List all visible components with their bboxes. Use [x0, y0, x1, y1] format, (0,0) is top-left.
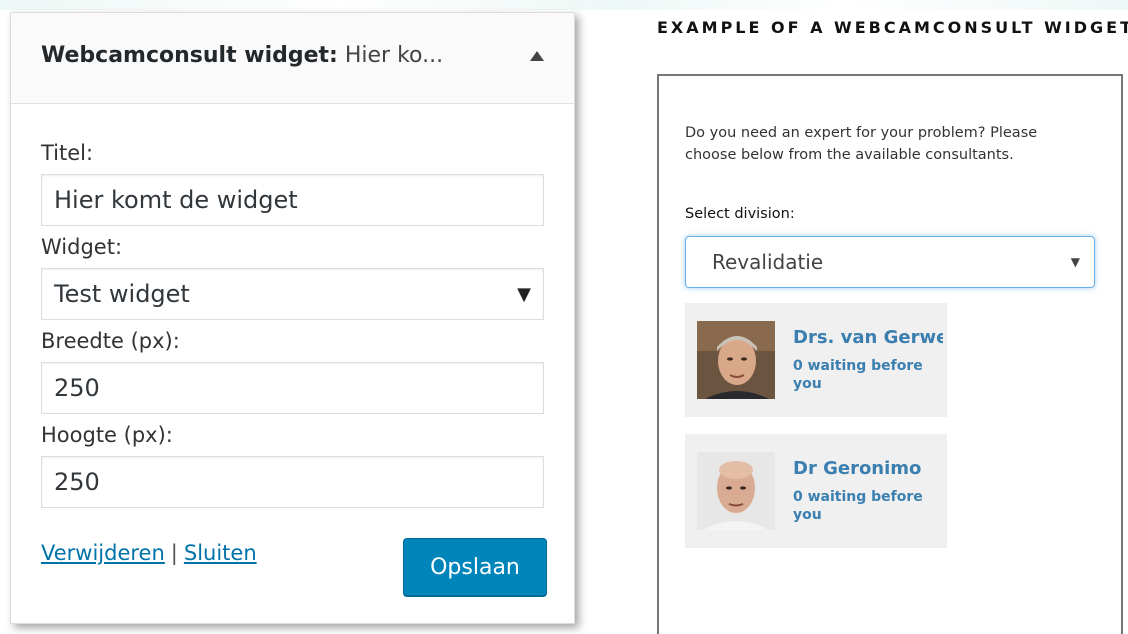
width-input[interactable]: 250 [41, 362, 544, 414]
link-separator: | [170, 541, 178, 565]
widget-actions: Verwijderen | Sluiten Opslaan [41, 538, 547, 601]
consultant-queue-status: 0 waiting before you [793, 489, 923, 523]
consultant-photo [697, 452, 775, 530]
example-widget-frame: Do you need an expert for your problem? … [657, 74, 1123, 634]
delete-link[interactable]: Verwijderen [41, 541, 165, 565]
widget-title-suffix: Hier ko... [337, 43, 444, 68]
widget-settings-form: Titel: Hier komt de widget Widget: Test … [41, 138, 546, 508]
decorative-top-band [0, 0, 1128, 10]
division-select-value: Revalidatie [712, 250, 824, 274]
height-input[interactable]: 250 [41, 456, 544, 508]
chevron-down-icon: ▼ [517, 283, 531, 305]
close-link[interactable]: Sluiten [184, 541, 257, 565]
width-input-value: 250 [54, 374, 100, 402]
widget-panel-title: Webcamconsult widget: Hier ko... [41, 43, 443, 68]
widget-title-text: Webcamconsult widget: [41, 43, 338, 68]
height-label: Hoogte (px): [41, 423, 173, 447]
chevron-down-icon: ▼ [1070, 255, 1080, 269]
consultant-card[interactable]: Drs. van Gerwen 0 waiting before you [685, 303, 947, 417]
division-select-label: Select division: [685, 206, 795, 222]
widget-action-links: Verwijderen | Sluiten [41, 541, 257, 565]
widget-select-value: Test widget [54, 280, 190, 308]
example-heading: EXAMPLE OF A WEBCAMCONSULT WIDGET [657, 18, 1128, 37]
width-label: Breedte (px): [41, 329, 180, 353]
consultant-queue-status: 0 waiting before you [793, 358, 923, 392]
widget-panel-header[interactable]: Webcamconsult widget: Hier ko... [11, 13, 574, 104]
widget-label: Widget: [41, 235, 123, 259]
save-button[interactable]: Opslaan [403, 538, 547, 596]
collapse-triangle-up-icon[interactable] [530, 51, 544, 61]
widget-settings-panel: Webcamconsult widget: Hier ko... Titel: … [10, 12, 575, 624]
title-label: Titel: [41, 141, 94, 165]
consultant-photo [697, 321, 775, 399]
title-input[interactable]: Hier komt de widget [41, 174, 544, 226]
example-intro-text: Do you need an expert for your problem? … [685, 125, 1038, 163]
division-select[interactable]: Revalidatie ▼ [685, 236, 1095, 288]
widget-select[interactable]: Test widget ▼ [41, 268, 544, 320]
height-input-value: 250 [54, 468, 100, 496]
title-input-value: Hier komt de widget [54, 186, 298, 214]
consultant-card[interactable]: Dr Geronimo 0 waiting before you [685, 434, 947, 548]
consultant-name: Drs. van Gerwen [793, 327, 943, 348]
consultant-name: Dr Geronimo [793, 458, 922, 479]
